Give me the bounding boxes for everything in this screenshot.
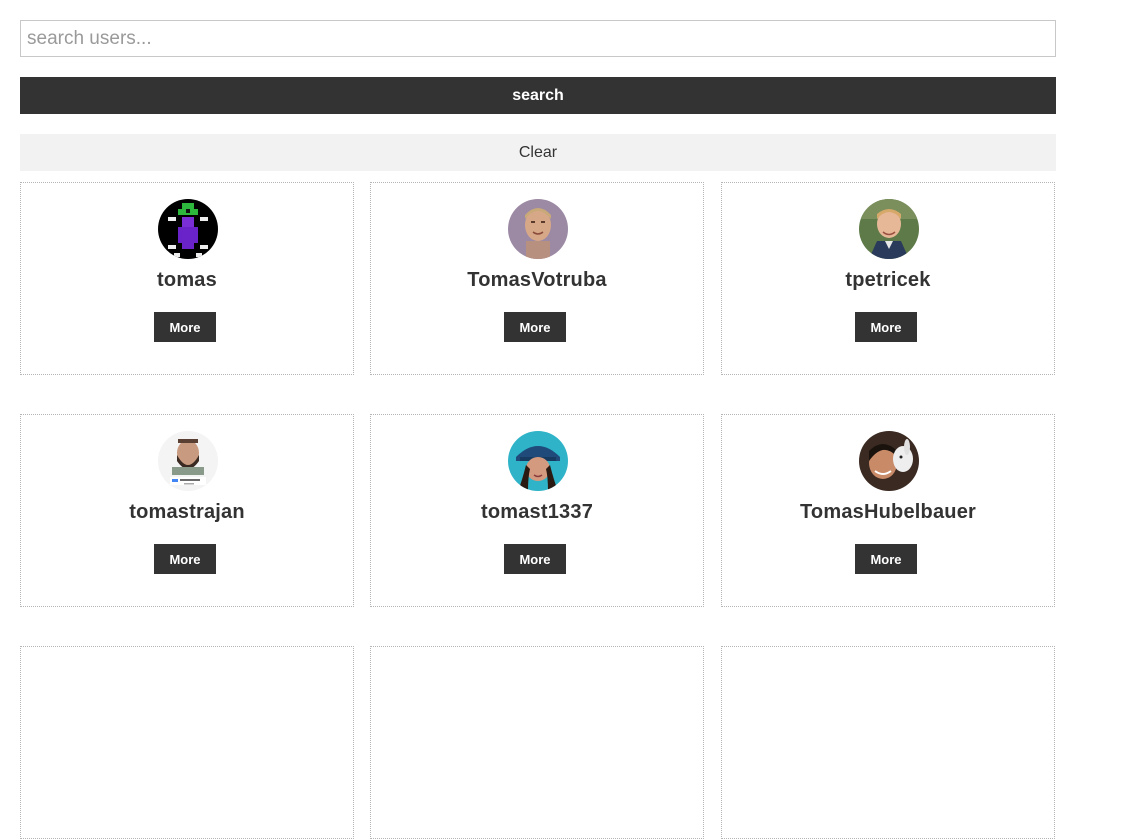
- clear-button[interactable]: Clear: [20, 134, 1056, 171]
- user-avatar: [158, 431, 218, 491]
- user-avatar: [508, 431, 568, 491]
- user-card: [20, 646, 354, 839]
- user-card: [721, 646, 1055, 839]
- more-button[interactable]: More: [154, 312, 216, 342]
- user-avatar: [859, 431, 919, 491]
- more-button[interactable]: More: [504, 544, 566, 574]
- search-form: search Clear: [20, 20, 1056, 171]
- user-card: tomas More: [20, 182, 354, 375]
- user-avatar: [158, 199, 218, 259]
- username: TomasHubelbauer: [800, 501, 976, 523]
- more-button[interactable]: More: [154, 544, 216, 574]
- user-card: tomast1337 More: [370, 414, 704, 607]
- user-avatar: [508, 199, 568, 259]
- search-button[interactable]: search: [20, 77, 1056, 114]
- username: tomastrajan: [129, 501, 245, 523]
- user-card: tomastrajan More: [20, 414, 354, 607]
- user-card: TomasHubelbauer More: [721, 414, 1055, 607]
- user-avatar: [859, 199, 919, 259]
- username: TomasVotruba: [467, 269, 607, 291]
- username: tomast1337: [480, 501, 594, 523]
- more-button[interactable]: More: [855, 544, 917, 574]
- more-button[interactable]: More: [855, 312, 917, 342]
- user-card: TomasVotruba More: [370, 182, 704, 375]
- more-button[interactable]: More: [504, 312, 566, 342]
- user-card: tpetricek More: [721, 182, 1055, 375]
- search-input[interactable]: [20, 20, 1056, 57]
- user-card: [370, 646, 704, 839]
- username: tomas: [157, 269, 217, 291]
- username: tpetricek: [845, 269, 931, 291]
